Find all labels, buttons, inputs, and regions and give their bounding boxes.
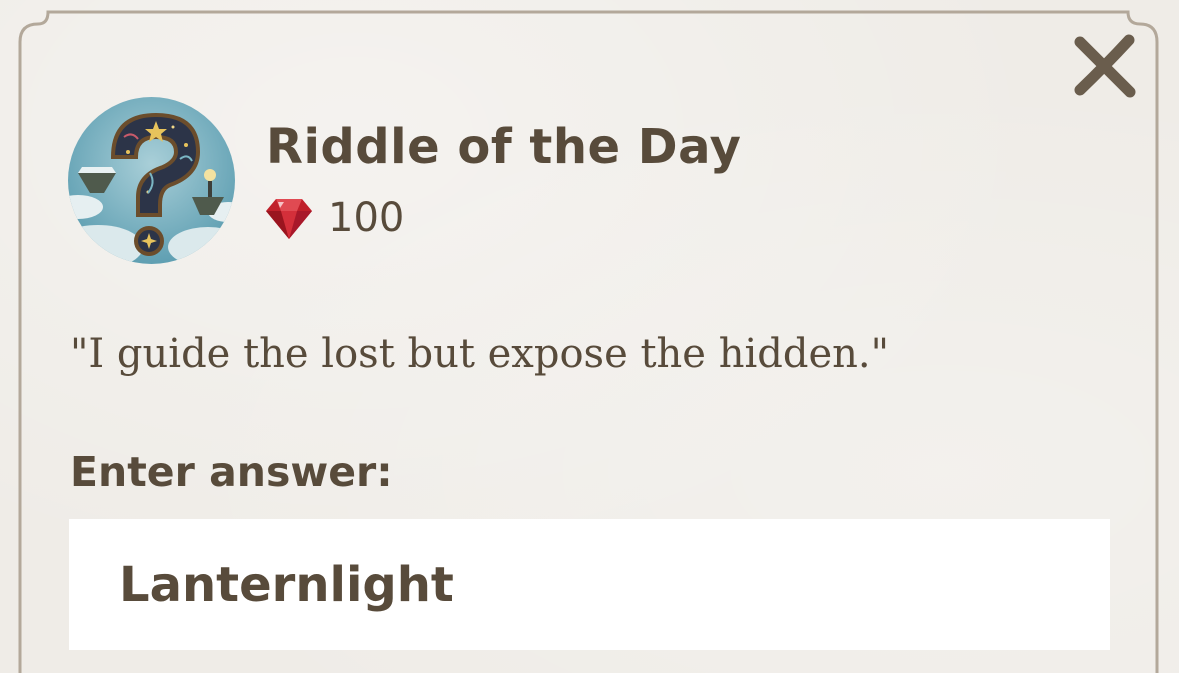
close-button[interactable] xyxy=(1068,32,1140,104)
riddle-avatar-icon xyxy=(68,97,235,264)
close-icon xyxy=(1074,34,1136,98)
reward-amount: 100 xyxy=(328,195,405,241)
answer-label: Enter answer: xyxy=(70,448,393,496)
reward-display: 100 xyxy=(264,193,404,243)
riddle-dialog: Riddle of the Day 100 "I guide the lost … xyxy=(0,0,1179,673)
ruby-gem-icon xyxy=(266,199,312,239)
dialog-title: Riddle of the Day xyxy=(266,119,742,175)
answer-input[interactable] xyxy=(69,519,1110,650)
riddle-text: "I guide the lost but expose the hidden.… xyxy=(70,331,890,377)
